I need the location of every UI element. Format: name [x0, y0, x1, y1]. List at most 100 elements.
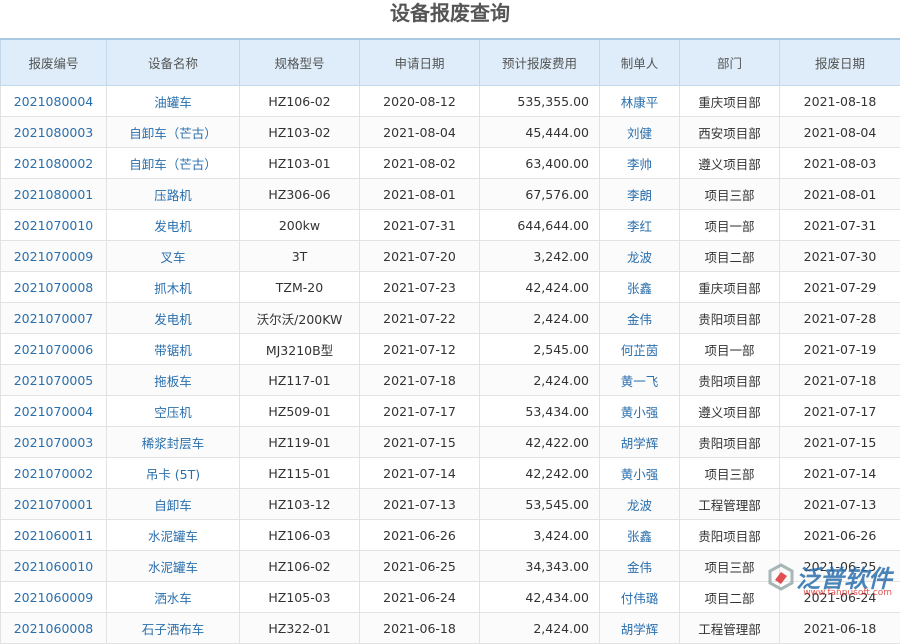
- cell-apply-date: 2020-08-12: [360, 86, 480, 117]
- cell-creator[interactable]: 胡学辉: [600, 613, 680, 644]
- cell-equipment-name[interactable]: 压路机: [107, 179, 240, 210]
- cell-creator[interactable]: 李朗: [600, 179, 680, 210]
- table-row: 2021070004空压机HZ509-012021-07-1753,434.00…: [1, 396, 900, 427]
- cell-scrap-id[interactable]: 2021070009: [1, 241, 107, 272]
- cell-creator[interactable]: 张鑫: [600, 272, 680, 303]
- cell-scrap-date: 2021-07-13: [780, 489, 900, 520]
- column-header-scrap-date[interactable]: 报废日期: [780, 39, 900, 86]
- cell-creator[interactable]: 李帅: [600, 148, 680, 179]
- cell-estimated-cost: 42,434.00: [480, 582, 600, 613]
- column-header-equipment-name[interactable]: 设备名称: [107, 39, 240, 86]
- cell-equipment-name[interactable]: 稀浆封层车: [107, 427, 240, 458]
- cell-equipment-name[interactable]: 吊卡 (5T): [107, 458, 240, 489]
- cell-estimated-cost: 644,644.00: [480, 210, 600, 241]
- column-header-estimated-cost[interactable]: 预计报废费用: [480, 39, 600, 86]
- cell-creator[interactable]: 胡学辉: [600, 427, 680, 458]
- table-row: 2021070010发电机200kw2021-07-31644,644.00李红…: [1, 210, 900, 241]
- cell-scrap-id[interactable]: 2021080003: [1, 117, 107, 148]
- column-header-creator[interactable]: 制单人: [600, 39, 680, 86]
- cell-equipment-name[interactable]: 洒水车: [107, 582, 240, 613]
- cell-department: 贵阳项目部: [680, 427, 780, 458]
- cell-equipment-name[interactable]: 抓木机: [107, 272, 240, 303]
- cell-estimated-cost: 2,545.00: [480, 334, 600, 365]
- cell-creator[interactable]: 金伟: [600, 303, 680, 334]
- column-header-scrap-id[interactable]: 报废编号: [1, 39, 107, 86]
- cell-apply-date: 2021-07-14: [360, 458, 480, 489]
- cell-creator[interactable]: 黄一飞: [600, 365, 680, 396]
- cell-department: 项目一部: [680, 334, 780, 365]
- cell-scrap-date: 2021-07-19: [780, 334, 900, 365]
- cell-department: 项目三部: [680, 458, 780, 489]
- cell-scrap-id[interactable]: 2021070002: [1, 458, 107, 489]
- cell-equipment-name[interactable]: 自卸车: [107, 489, 240, 520]
- cell-department: 西安项目部: [680, 117, 780, 148]
- cell-scrap-id[interactable]: 2021070001: [1, 489, 107, 520]
- cell-department: 贵阳项目部: [680, 520, 780, 551]
- cell-scrap-date: 2021-07-28: [780, 303, 900, 334]
- cell-creator[interactable]: 黄小强: [600, 458, 680, 489]
- cell-scrap-id[interactable]: 2021060009: [1, 582, 107, 613]
- cell-estimated-cost: 2,424.00: [480, 303, 600, 334]
- cell-equipment-name[interactable]: 发电机: [107, 210, 240, 241]
- column-header-apply-date[interactable]: 申请日期: [360, 39, 480, 86]
- cell-apply-date: 2021-07-31: [360, 210, 480, 241]
- cell-department: 遵义项目部: [680, 148, 780, 179]
- cell-apply-date: 2021-06-24: [360, 582, 480, 613]
- cell-scrap-id[interactable]: 2021070004: [1, 396, 107, 427]
- cell-department: 遵义项目部: [680, 396, 780, 427]
- cell-creator[interactable]: 林康平: [600, 86, 680, 117]
- cell-scrap-id[interactable]: 2021070008: [1, 272, 107, 303]
- cell-creator[interactable]: 黄小强: [600, 396, 680, 427]
- cell-spec-model: HZ103-12: [240, 489, 360, 520]
- cell-apply-date: 2021-07-23: [360, 272, 480, 303]
- scrap-table: 报废编号设备名称规格型号申请日期预计报废费用制单人部门报废日期 20210800…: [0, 38, 900, 644]
- cell-spec-model: HZ103-01: [240, 148, 360, 179]
- cell-scrap-id[interactable]: 2021060008: [1, 613, 107, 644]
- cell-creator[interactable]: 付伟璐: [600, 582, 680, 613]
- cell-creator[interactable]: 何芷茵: [600, 334, 680, 365]
- cell-creator[interactable]: 刘健: [600, 117, 680, 148]
- cell-creator[interactable]: 龙波: [600, 489, 680, 520]
- cell-creator[interactable]: 李红: [600, 210, 680, 241]
- cell-equipment-name[interactable]: 水泥罐车: [107, 520, 240, 551]
- cell-equipment-name[interactable]: 发电机: [107, 303, 240, 334]
- cell-scrap-date: 2021-07-29: [780, 272, 900, 303]
- table-row: 2021070009叉车3T2021-07-203,242.00龙波项目二部20…: [1, 241, 900, 272]
- cell-creator[interactable]: 张鑫: [600, 520, 680, 551]
- cell-scrap-id[interactable]: 2021070007: [1, 303, 107, 334]
- cell-apply-date: 2021-07-18: [360, 365, 480, 396]
- cell-scrap-id[interactable]: 2021070010: [1, 210, 107, 241]
- cell-equipment-name[interactable]: 石子洒布车: [107, 613, 240, 644]
- cell-equipment-name[interactable]: 自卸车（芒古）: [107, 117, 240, 148]
- cell-equipment-name[interactable]: 带锯机: [107, 334, 240, 365]
- cell-creator[interactable]: 龙波: [600, 241, 680, 272]
- cell-scrap-id[interactable]: 2021070006: [1, 334, 107, 365]
- cell-equipment-name[interactable]: 叉车: [107, 241, 240, 272]
- cell-scrap-id[interactable]: 2021080004: [1, 86, 107, 117]
- cell-scrap-id[interactable]: 2021070005: [1, 365, 107, 396]
- cell-equipment-name[interactable]: 空压机: [107, 396, 240, 427]
- cell-apply-date: 2021-07-17: [360, 396, 480, 427]
- cell-estimated-cost: 63,400.00: [480, 148, 600, 179]
- table-header: 报废编号设备名称规格型号申请日期预计报废费用制单人部门报废日期: [1, 39, 900, 86]
- cell-scrap-date: 2021-07-31: [780, 210, 900, 241]
- cell-scrap-date: 2021-08-04: [780, 117, 900, 148]
- cell-spec-model: HZ509-01: [240, 396, 360, 427]
- cell-equipment-name[interactable]: 拖板车: [107, 365, 240, 396]
- cell-scrap-id[interactable]: 2021080002: [1, 148, 107, 179]
- cell-equipment-name[interactable]: 油罐车: [107, 86, 240, 117]
- column-header-department[interactable]: 部门: [680, 39, 780, 86]
- cell-apply-date: 2021-06-18: [360, 613, 480, 644]
- table-row: 2021080004油罐车HZ106-022020-08-12535,355.0…: [1, 86, 900, 117]
- cell-equipment-name[interactable]: 自卸车（芒古）: [107, 148, 240, 179]
- column-header-spec-model[interactable]: 规格型号: [240, 39, 360, 86]
- cell-scrap-id[interactable]: 2021060010: [1, 551, 107, 582]
- cell-scrap-id[interactable]: 2021070003: [1, 427, 107, 458]
- cell-scrap-id[interactable]: 2021060011: [1, 520, 107, 551]
- cell-creator[interactable]: 金伟: [600, 551, 680, 582]
- cell-department: 项目二部: [680, 241, 780, 272]
- cell-equipment-name[interactable]: 水泥罐车: [107, 551, 240, 582]
- cell-spec-model: HZ106-03: [240, 520, 360, 551]
- cell-apply-date: 2021-06-25: [360, 551, 480, 582]
- cell-scrap-id[interactable]: 2021080001: [1, 179, 107, 210]
